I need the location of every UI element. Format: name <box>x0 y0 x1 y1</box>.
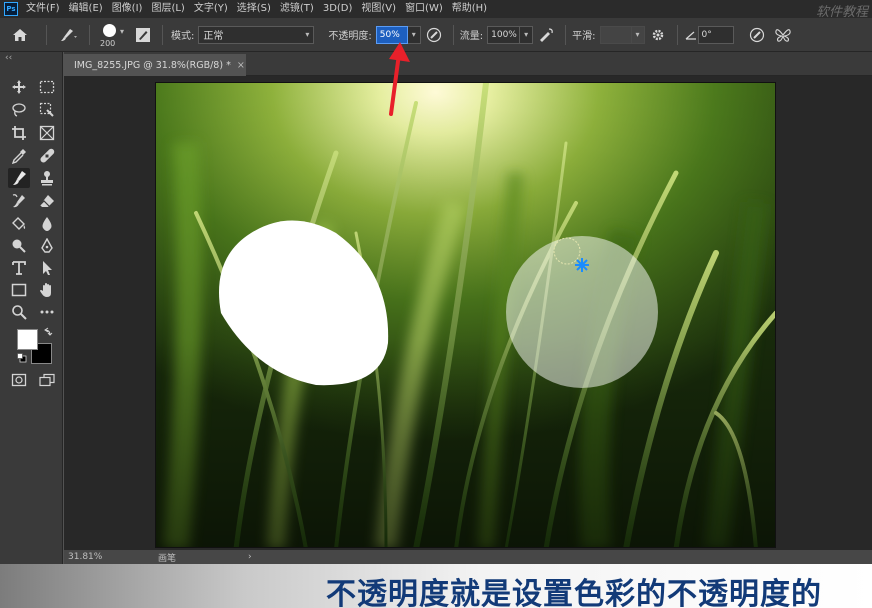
brush-size-picker[interactable]: 200 ▾ <box>96 20 130 50</box>
crosshair-icon <box>575 258 589 272</box>
document-tab[interactable]: IMG_8255.JPG @ 31.8%(RGB/8) * × <box>64 54 246 76</box>
photoshop-window: Ps 文件(F) 编辑(E) 图像(I) 图层(L) 文字(Y) 选择(S) 滤… <box>0 0 872 608</box>
menu-help[interactable]: 帮助(H) <box>452 0 487 18</box>
grass-photo <box>156 83 775 547</box>
screen-mode-icon[interactable] <box>36 370 58 390</box>
flow-dropdown-button[interactable]: ▾ <box>520 25 534 44</box>
crop-tool-icon[interactable] <box>8 123 30 143</box>
menu-filter[interactable]: 滤镜(T) <box>280 0 314 18</box>
angle-icon <box>684 30 698 40</box>
mode-select[interactable]: 正常 ▾ <box>198 25 315 44</box>
tools-panel: ‹‹ <box>0 52 63 564</box>
lasso-tool-icon[interactable] <box>8 100 30 120</box>
angle-input[interactable]: 0° <box>697 25 734 44</box>
pressure-opacity-icon[interactable] <box>421 27 447 43</box>
subtitle-banner: 不透明度就是设置色彩的不透明度的 <box>0 564 872 608</box>
healing-brush-tool-icon[interactable] <box>36 146 58 166</box>
menu-image[interactable]: 图像(I) <box>112 0 143 18</box>
status-expand-arrow-icon[interactable]: › <box>248 552 252 562</box>
rectangle-tool-icon[interactable] <box>8 280 30 300</box>
home-icon[interactable] <box>0 28 40 42</box>
type-tool-icon[interactable] <box>8 258 30 278</box>
paint-bucket-tool-icon[interactable] <box>8 214 30 234</box>
swap-colors-icon[interactable] <box>43 327 53 337</box>
menu-select[interactable]: 选择(S) <box>237 0 271 18</box>
subtitle-text: 不透明度就是设置色彩的不透明度的 <box>326 577 822 608</box>
menu-layer[interactable]: 图层(L) <box>151 0 184 18</box>
foreground-color-swatch[interactable] <box>17 329 38 350</box>
zoom-level[interactable]: 31.81% <box>68 552 158 562</box>
menu-3d[interactable]: 3D(D) <box>323 0 353 18</box>
default-colors-icon[interactable] <box>17 353 27 363</box>
rectangular-marquee-tool-icon[interactable] <box>36 77 58 97</box>
blur-tool-icon[interactable] <box>36 214 58 234</box>
separator <box>452 24 454 45</box>
brush-tool-icon[interactable] <box>8 168 30 188</box>
smoothing-dropdown-button[interactable]: ▾ <box>631 25 645 44</box>
flow-label: 流量: <box>459 31 484 42</box>
menu-window[interactable]: 窗口(W) <box>405 0 443 18</box>
options-bar: 200 ▾ 模式: 正常 ▾ 不透明度: 50% ▾ 流量: 100% ▾ 平滑… <box>0 18 872 52</box>
smoothing-label: 平滑: <box>572 31 596 42</box>
chevron-down-icon: ▾ <box>120 26 125 36</box>
move-tool-icon[interactable] <box>8 77 30 97</box>
menu-edit[interactable]: 编辑(E) <box>69 0 103 18</box>
separator <box>676 24 678 45</box>
quick-mask-icon[interactable] <box>8 370 30 390</box>
photoshop-logo-icon: Ps <box>4 2 18 16</box>
pressure-size-icon[interactable] <box>744 27 770 43</box>
collapse-panel-button[interactable]: ‹‹ <box>5 53 12 63</box>
status-bar: 31.81% 画笔 › <box>64 550 872 564</box>
annotation-arrow-icon <box>389 42 410 116</box>
history-brush-tool-icon[interactable] <box>8 191 30 211</box>
document-tab-title: IMG_8255.JPG @ 31.8%(RGB/8) * <box>74 59 231 71</box>
frame-tool-icon[interactable] <box>36 123 58 143</box>
brush-size-value: 200 <box>100 38 116 48</box>
close-icon[interactable]: × <box>237 60 245 71</box>
status-info: 画笔 <box>158 553 177 564</box>
separator <box>46 24 47 45</box>
brush-settings-panel-icon[interactable] <box>130 27 156 43</box>
flow-input[interactable]: 100% <box>487 25 521 44</box>
clone-stamp-tool-icon[interactable] <box>36 168 58 188</box>
brush-tool-preset-icon[interactable] <box>53 27 83 43</box>
eyedropper-tool-icon[interactable] <box>8 146 30 166</box>
separator <box>565 24 567 45</box>
mode-value: 正常 <box>203 31 224 42</box>
dodge-tool-icon[interactable] <box>8 236 30 256</box>
separator <box>89 24 90 45</box>
symmetry-butterfly-icon[interactable] <box>770 27 796 43</box>
object-selection-tool-icon[interactable] <box>36 100 58 120</box>
eraser-tool-icon[interactable] <box>36 191 58 211</box>
path-selection-tool-icon[interactable] <box>36 258 58 278</box>
document-tab-bar: IMG_8255.JPG @ 31.8%(RGB/8) * × <box>64 52 872 76</box>
menu-view[interactable]: 视图(V) <box>361 0 396 18</box>
zoom-tool-icon[interactable] <box>8 302 30 322</box>
chevron-down-icon: ▾ <box>305 30 310 39</box>
smoothing-input[interactable] <box>599 25 632 44</box>
menu-type[interactable]: 文字(Y) <box>194 0 228 18</box>
document-canvas[interactable] <box>155 82 776 548</box>
brush-tip-preview-icon <box>103 23 116 37</box>
airbrush-icon[interactable] <box>533 27 559 43</box>
mode-label: 模式: <box>171 31 195 42</box>
more-tools-icon[interactable] <box>36 302 58 322</box>
menu-bar: Ps 文件(F) 编辑(E) 图像(I) 图层(L) 文字(Y) 选择(S) 滤… <box>0 0 872 20</box>
pen-tool-icon[interactable] <box>36 236 58 256</box>
hand-tool-icon[interactable] <box>36 280 58 300</box>
opacity-label: 不透明度: <box>328 31 372 42</box>
gear-icon[interactable] <box>645 28 671 42</box>
separator <box>162 24 163 45</box>
menu-file[interactable]: 文件(F) <box>26 0 60 18</box>
